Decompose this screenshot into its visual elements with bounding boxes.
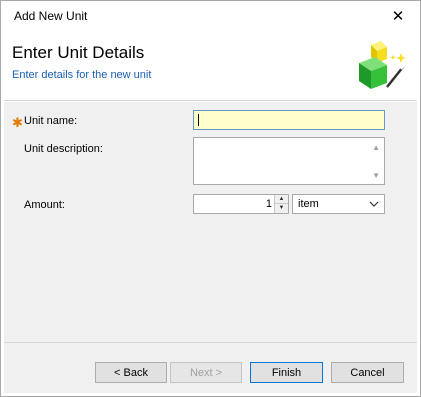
close-button[interactable]: ✕: [376, 1, 420, 31]
amount-spinner[interactable]: 1 ▲ ▼: [193, 194, 289, 214]
scroll-up-icon[interactable]: ▲: [372, 143, 380, 152]
unit-type-value: item: [298, 198, 319, 210]
finish-button[interactable]: Finish: [250, 362, 323, 383]
spin-down-icon[interactable]: ▼: [275, 204, 288, 213]
wizard-cubes-icon: [359, 41, 406, 89]
window-title: Add New Unit: [14, 9, 88, 23]
button-bar: < Back Next > Finish Cancel: [4, 342, 417, 393]
chevron-down-icon: [369, 201, 379, 207]
add-unit-dialog: Add New Unit ✕ Enter Unit Details Enter …: [0, 0, 421, 397]
unit-description-label: Unit description:: [24, 143, 103, 155]
next-button[interactable]: Next >: [170, 362, 242, 383]
required-icon: ✱: [12, 115, 23, 130]
unit-type-dropdown[interactable]: item: [292, 194, 385, 214]
scroll-down-icon[interactable]: ▼: [372, 171, 380, 180]
amount-value: 1: [265, 198, 272, 210]
close-icon: ✕: [391, 8, 405, 25]
page-subtitle: Enter details for the new unit: [12, 69, 152, 81]
page-title: Enter Unit Details: [12, 43, 145, 62]
form-area: ✱ Unit name: Unit description: ▲ ▼ Amoun…: [4, 102, 417, 342]
unit-description-input[interactable]: ▲ ▼: [193, 137, 385, 185]
cancel-button[interactable]: Cancel: [331, 362, 404, 383]
spin-up-icon[interactable]: ▲: [275, 195, 288, 204]
back-button[interactable]: < Back: [95, 362, 167, 383]
spin-buttons: ▲ ▼: [274, 195, 288, 213]
unit-name-input[interactable]: [193, 110, 385, 130]
wizard-header: Enter Unit Details Enter details for the…: [4, 31, 417, 101]
unit-name-label: Unit name:: [24, 115, 78, 127]
text-caret: [198, 114, 199, 126]
title-bar: Add New Unit ✕: [1, 1, 420, 31]
amount-label: Amount:: [24, 199, 65, 211]
